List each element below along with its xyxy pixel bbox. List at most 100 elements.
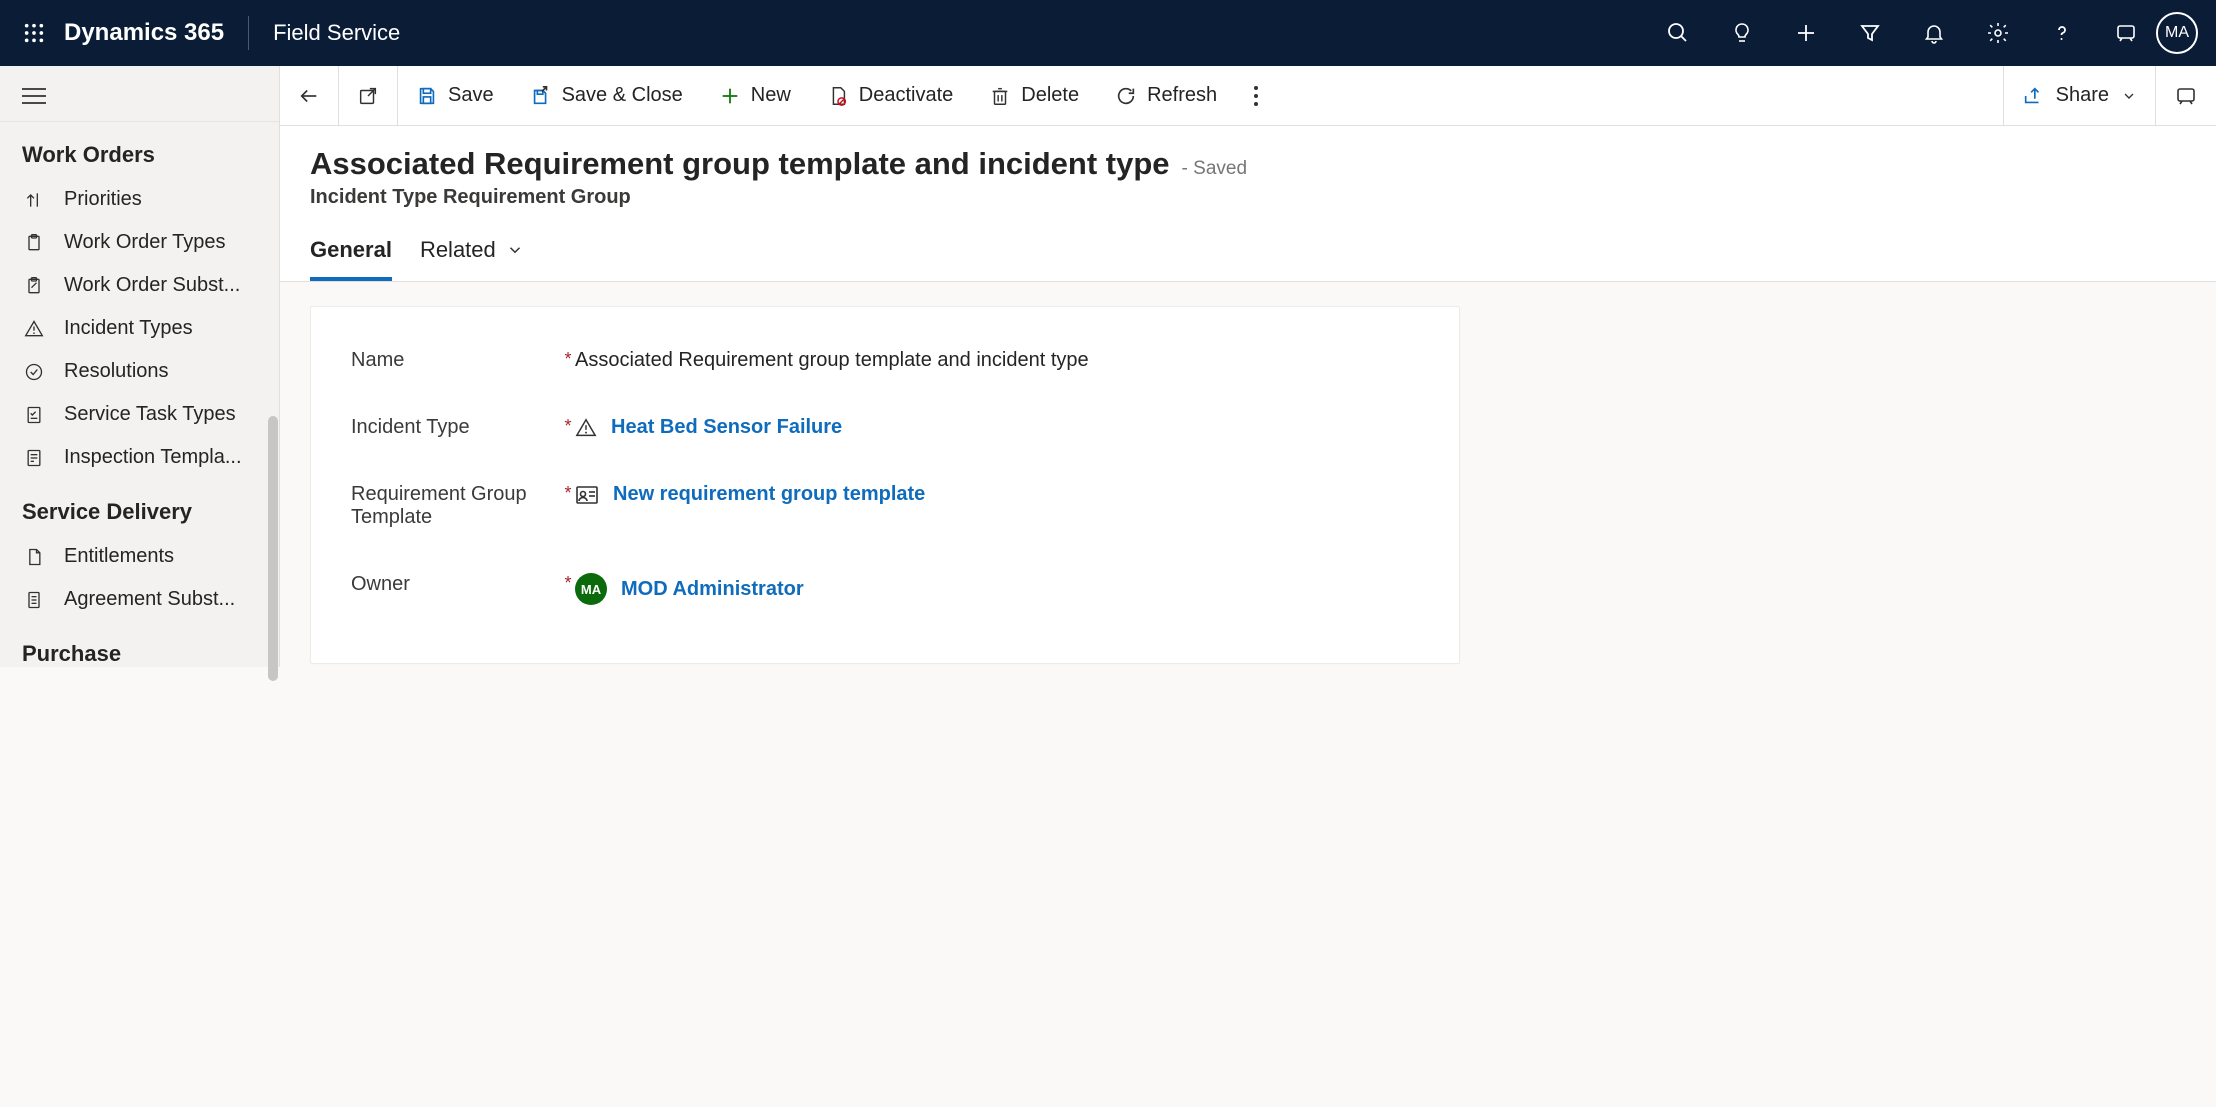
document-icon: [22, 547, 46, 567]
deactivate-button[interactable]: Deactivate: [809, 66, 972, 125]
add-icon[interactable]: [1792, 19, 1820, 47]
clipboard-icon: [22, 233, 46, 253]
delete-button[interactable]: Delete: [971, 66, 1097, 125]
nav-item-inspection-templates[interactable]: Inspection Templa...: [0, 436, 279, 479]
required-indicator: *: [561, 573, 575, 594]
nav-item-incident-types[interactable]: Incident Types: [0, 307, 279, 350]
clipboard-edit-icon: [22, 276, 46, 296]
user-avatar[interactable]: MA: [2156, 12, 2198, 54]
field-label: Name: [351, 349, 404, 372]
nav-item-label: Service Task Types: [64, 403, 236, 426]
task-icon: [22, 405, 46, 425]
nav-item-agreement-subst[interactable]: Agreement Subst...: [0, 578, 279, 621]
save-close-button[interactable]: Save & Close: [512, 66, 701, 125]
brand-label[interactable]: Dynamics 365: [64, 19, 224, 47]
field-row-incident-type: Incident Type * Heat Bed Sensor Failure: [351, 394, 1419, 461]
req-group-template-lookup[interactable]: New requirement group template: [575, 483, 1419, 506]
refresh-button[interactable]: Refresh: [1097, 66, 1235, 125]
name-field[interactable]: Associated Requirement group template an…: [575, 349, 1419, 372]
app-launcher-button[interactable]: [12, 22, 56, 44]
module-label[interactable]: Field Service: [273, 20, 400, 46]
nav-item-priorities[interactable]: Priorities: [0, 178, 279, 221]
document-lines-icon: [22, 590, 46, 610]
form-tabs: General Related: [310, 231, 2186, 281]
incident-type-link[interactable]: Heat Bed Sensor Failure: [611, 416, 842, 439]
sidebar-toggle[interactable]: [0, 70, 279, 122]
nav-item-label: Work Order Types: [64, 231, 226, 254]
filter-icon[interactable]: [1856, 19, 1884, 47]
global-icon-tray: [1664, 19, 2140, 47]
overflow-menu-button[interactable]: [1235, 66, 1277, 125]
settings-gear-icon[interactable]: [1984, 19, 2012, 47]
tab-general[interactable]: General: [310, 231, 392, 281]
command-bar: Save Save & Close New Deactivate: [280, 66, 2216, 126]
form-card: Name * Associated Requirement group temp…: [310, 306, 1460, 664]
chevron-down-icon: [2121, 88, 2137, 104]
template-icon: [22, 448, 46, 468]
entity-name: Incident Type Requirement Group: [310, 186, 2186, 209]
deactivate-icon: [827, 85, 849, 107]
trash-icon: [989, 85, 1011, 107]
save-button[interactable]: Save: [398, 66, 512, 125]
global-navbar: Dynamics 365 Field Service MA: [0, 0, 2216, 66]
nav-item-work-order-types[interactable]: Work Order Types: [0, 221, 279, 264]
save-label: Save: [448, 84, 494, 107]
save-close-label: Save & Close: [562, 84, 683, 107]
save-icon: [416, 85, 438, 107]
nav-divider: [248, 16, 249, 50]
field-row-req-group-template: Requirement Group Template * New require…: [351, 461, 1419, 551]
nav-item-resolutions[interactable]: Resolutions: [0, 350, 279, 393]
field-label: Incident Type: [351, 416, 470, 439]
refresh-icon: [1115, 85, 1137, 107]
sidebar: Work Orders Priorities Work Order Types: [0, 66, 280, 667]
tab-related[interactable]: Related: [420, 231, 524, 281]
field-label: Owner: [351, 573, 410, 596]
main-content: Save Save & Close New Deactivate: [280, 66, 2216, 1107]
help-icon[interactable]: [2048, 19, 2076, 47]
warning-icon: [22, 319, 46, 339]
search-icon[interactable]: [1664, 19, 1692, 47]
nav-item-label: Incident Types: [64, 317, 193, 340]
notifications-icon[interactable]: [1920, 19, 1948, 47]
nav-item-label: Inspection Templa...: [64, 446, 242, 469]
new-button[interactable]: New: [701, 66, 809, 125]
assistant-icon[interactable]: [2112, 19, 2140, 47]
check-circle-icon: [22, 362, 46, 382]
nav-item-label: Agreement Subst...: [64, 588, 235, 611]
page-title: Associated Requirement group template an…: [310, 146, 1170, 182]
share-icon: [2022, 85, 2044, 107]
nav-item-service-task-types[interactable]: Service Task Types: [0, 393, 279, 436]
page-header: Associated Requirement group template an…: [280, 126, 2216, 282]
share-label: Share: [2056, 84, 2109, 107]
open-new-window-button[interactable]: [339, 66, 397, 125]
nav-item-label: Resolutions: [64, 360, 169, 383]
deactivate-label: Deactivate: [859, 84, 954, 107]
nav-item-label: Entitlements: [64, 545, 174, 568]
nav-item-entitlements[interactable]: Entitlements: [0, 535, 279, 578]
share-button[interactable]: Share: [2004, 66, 2155, 125]
nav-item-label: Priorities: [64, 188, 142, 211]
owner-avatar: MA: [575, 573, 607, 605]
tab-related-label: Related: [420, 237, 496, 263]
owner-lookup[interactable]: MA MOD Administrator: [575, 573, 1419, 605]
nav-item-work-order-subst[interactable]: Work Order Subst...: [0, 264, 279, 307]
sidebar-scrollbar-thumb[interactable]: [268, 416, 278, 681]
incident-type-lookup[interactable]: Heat Bed Sensor Failure: [575, 416, 1419, 439]
lightbulb-icon[interactable]: [1728, 19, 1756, 47]
save-close-icon: [530, 85, 552, 107]
id-card-icon: [575, 485, 599, 505]
plus-icon: [719, 85, 741, 107]
save-status: - Saved: [1182, 158, 1247, 180]
req-group-template-link[interactable]: New requirement group template: [613, 483, 925, 506]
back-button[interactable]: [280, 66, 338, 125]
refresh-label: Refresh: [1147, 84, 1217, 107]
required-indicator: *: [561, 416, 575, 437]
required-indicator: *: [561, 483, 575, 504]
field-label: Requirement Group Template: [351, 483, 561, 529]
nav-section-title: Service Delivery: [0, 479, 279, 535]
assistant-pane-button[interactable]: [2156, 66, 2216, 125]
nav-section-title: Purchase: [0, 621, 279, 667]
nav-section-title: Work Orders: [0, 122, 279, 178]
required-indicator: *: [561, 349, 575, 370]
owner-link[interactable]: MOD Administrator: [621, 578, 804, 601]
